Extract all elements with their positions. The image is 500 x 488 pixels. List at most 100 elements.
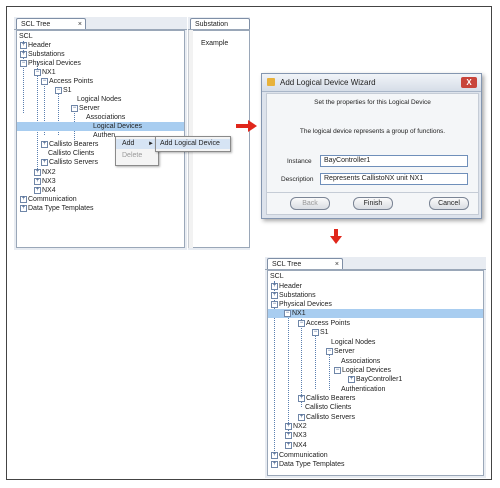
tab-label: SCL Tree <box>21 21 51 28</box>
tree-node-callisto-servers[interactable]: + Callisto Servers <box>41 158 98 167</box>
close-icon[interactable]: × <box>335 259 339 270</box>
tree-node-physical-devices[interactable]: − Physical Devices <box>20 59 81 68</box>
tree-node-nx3[interactable]: + NX3 <box>34 177 56 186</box>
tree-node-communication[interactable]: + Communication <box>20 195 77 204</box>
expand-icon[interactable]: + <box>285 441 292 449</box>
collapse-icon[interactable]: − <box>312 328 319 336</box>
tree-node-s1[interactable]: − S1 <box>55 86 72 95</box>
add-logical-device-wizard: Add Logical Device Wizard X Set the prop… <box>261 73 482 219</box>
expand-icon[interactable]: + <box>34 177 41 185</box>
tree-node-callisto-clients[interactable]: Callisto Clients <box>48 149 94 158</box>
wizard-icon <box>267 78 275 86</box>
collapse-icon[interactable]: − <box>20 59 27 67</box>
context-menu: Add ► Delete <box>115 136 159 166</box>
tree-node-callisto-clients[interactable]: Callisto Clients <box>305 403 351 412</box>
dialog-subtitle: Set the properties for this Logical Devi… <box>314 99 431 106</box>
expand-icon[interactable]: + <box>34 168 41 176</box>
substation-pane: Substation Example <box>188 17 250 250</box>
expand-icon[interactable]: + <box>285 431 292 439</box>
tree-node-data-type-templates[interactable]: + Data Type Templates <box>271 460 345 469</box>
dialog-title: Add Logical Device Wizard <box>280 78 376 87</box>
menu-item-add[interactable]: Add ► <box>116 139 158 149</box>
expand-icon[interactable]: + <box>298 413 305 421</box>
tree-node-nx1[interactable]: − NX1 <box>34 68 56 77</box>
collapse-icon[interactable]: − <box>271 300 278 308</box>
tree-node-nx2[interactable]: + NX2 <box>34 168 56 177</box>
tree-view[interactable]: SCL + Header + Substations − Physical Devic… <box>267 270 484 476</box>
collapse-icon[interactable]: − <box>298 319 305 327</box>
tree-node-header[interactable]: + Header <box>20 41 51 50</box>
submenu: Add Logical Device <box>155 136 231 152</box>
tree-node-s1[interactable]: − S1 <box>312 328 329 337</box>
tree-node-bay-controller[interactable]: + BayController1 <box>348 375 402 384</box>
expand-icon[interactable]: + <box>20 204 27 212</box>
expand-icon[interactable]: + <box>271 291 278 299</box>
tree-node-data-type-templates[interactable]: + Data Type Templates <box>20 204 94 213</box>
scl-tree-pane-bottom: SCL Tree × SCL + Header + Substations − Phy… <box>265 257 486 478</box>
tree-node-server[interactable]: − Server <box>71 104 100 113</box>
expand-icon[interactable]: + <box>285 422 292 430</box>
expand-icon[interactable]: + <box>271 282 278 290</box>
tree-node-logical-nodes[interactable]: Logical Nodes <box>331 338 375 347</box>
tree-connector <box>288 311 289 431</box>
back-button[interactable]: Back <box>290 197 330 210</box>
expand-icon[interactable]: + <box>20 50 27 58</box>
tree-node-callisto-bearers[interactable]: + Callisto Bearers <box>41 140 98 149</box>
cancel-button[interactable]: Cancel <box>429 197 469 210</box>
arrow-right-icon <box>236 120 257 132</box>
tree-node-access-points[interactable]: − Access Points <box>298 319 350 328</box>
expand-icon[interactable]: + <box>41 140 48 148</box>
tree-node-callisto-servers[interactable]: + Callisto Servers <box>298 413 355 422</box>
close-button[interactable]: X <box>461 77 477 88</box>
tree-node-nx1[interactable]: − NX1 <box>268 309 483 318</box>
collapse-icon[interactable]: − <box>326 347 333 355</box>
tree-node-physical-devices[interactable]: − Physical Devices <box>271 300 332 309</box>
example-label: Example <box>201 40 229 47</box>
tree-node-server[interactable]: − Server <box>326 347 355 356</box>
tree-node-logical-devices[interactable]: − Logical Devices <box>334 366 391 375</box>
expand-icon[interactable]: + <box>20 41 27 49</box>
tree-node-access-points[interactable]: − Access Points <box>41 77 93 86</box>
button-separator <box>267 192 478 193</box>
tab-scl-tree[interactable]: SCL Tree × <box>16 18 86 29</box>
dialog-body: Set the properties for this Logical Devi… <box>266 93 479 215</box>
tree-node-authentication[interactable]: Authentication <box>341 385 385 394</box>
tree-node-associations[interactable]: Associations <box>86 113 125 122</box>
instance-field[interactable]: BayController1 <box>320 155 468 167</box>
collapse-icon[interactable]: − <box>284 309 291 317</box>
menu-item-delete[interactable]: Delete <box>116 151 158 161</box>
tree-node-substations[interactable]: + Substations <box>20 50 65 59</box>
tree-node-nx3[interactable]: + NX3 <box>285 431 307 440</box>
expand-icon[interactable]: + <box>298 394 305 402</box>
collapse-icon[interactable]: − <box>34 68 41 76</box>
expand-icon[interactable]: + <box>34 186 41 194</box>
tree-node-associations[interactable]: Associations <box>341 357 380 366</box>
tree-node-header[interactable]: + Header <box>271 282 302 291</box>
tree-node-communication[interactable]: + Communication <box>271 451 328 460</box>
close-icon[interactable]: × <box>78 19 82 30</box>
collapse-icon[interactable]: − <box>55 86 62 94</box>
tree-node-scl[interactable]: SCL <box>19 32 33 41</box>
tree-node-authentication[interactable]: Authen <box>93 131 115 140</box>
tree-node-substations[interactable]: + Substations <box>271 291 316 300</box>
expand-icon[interactable]: + <box>41 158 48 166</box>
expand-icon[interactable]: + <box>348 375 355 383</box>
collapse-icon[interactable]: − <box>41 77 48 85</box>
collapse-icon[interactable]: − <box>71 104 78 112</box>
finish-button[interactable]: Finish <box>353 197 393 210</box>
tree-node-nx2[interactable]: + NX2 <box>285 422 307 431</box>
expand-icon[interactable]: + <box>271 460 278 468</box>
tree-node-nx4[interactable]: + NX4 <box>285 441 307 450</box>
menu-item-add-logical-device[interactable]: Add Logical Device <box>156 139 230 149</box>
tree-node-scl[interactable]: SCL <box>270 272 284 281</box>
tree-node-logical-nodes[interactable]: Logical Nodes <box>77 95 121 104</box>
collapse-icon[interactable]: − <box>334 366 341 374</box>
tab-scl-tree[interactable]: SCL Tree × <box>267 258 343 269</box>
tree-node-nx4[interactable]: + NX4 <box>34 186 56 195</box>
expand-icon[interactable]: + <box>271 451 278 459</box>
tab-substation[interactable]: Substation <box>190 18 250 29</box>
tree-node-callisto-bearers[interactable]: + Callisto Bearers <box>298 394 355 403</box>
expand-icon[interactable]: + <box>20 195 27 203</box>
tree-node-logical-devices[interactable]: Logical Devices <box>17 122 184 131</box>
description-field[interactable]: Represents CallistoNX unit NX1 <box>320 173 468 185</box>
